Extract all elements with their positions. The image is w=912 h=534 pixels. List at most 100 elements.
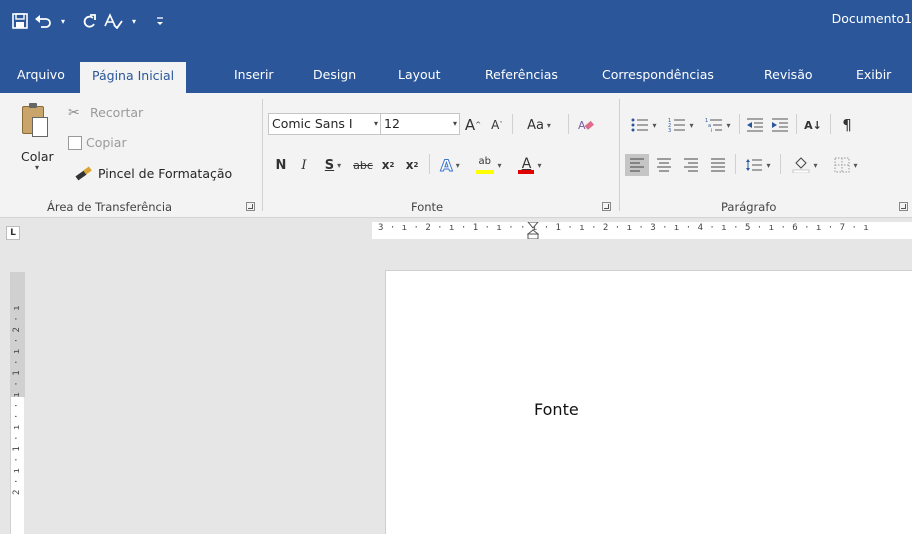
show-formatting-button[interactable]: ¶ bbox=[836, 114, 858, 136]
grow-font-button[interactable]: A ^ bbox=[462, 114, 484, 136]
paste-icon[interactable] bbox=[22, 103, 48, 137]
divider bbox=[735, 154, 736, 174]
subscript-mark: 2 bbox=[389, 161, 395, 169]
tab-referencias[interactable]: Referências bbox=[485, 60, 558, 93]
justify-button[interactable] bbox=[706, 154, 730, 176]
line-spacing-icon bbox=[746, 159, 763, 171]
clear-formatting-button[interactable]: A bbox=[574, 114, 598, 136]
subscript-button[interactable]: x2 bbox=[378, 154, 398, 176]
numbering-icon: 123 bbox=[668, 118, 686, 132]
vertical-ruler[interactable]: 2 · ı · 1 · ı · · ı · 1 · ı · 2 · ı bbox=[10, 272, 25, 534]
chevron-down-icon: ▾ bbox=[853, 160, 858, 170]
clipboard-group-label: Área de Transferência bbox=[47, 200, 173, 214]
font-name-select[interactable]: Comic Sans I ▾ bbox=[268, 113, 381, 135]
highlighter-icon: ab bbox=[476, 156, 495, 174]
cut-label: Recortar bbox=[90, 105, 144, 120]
italic-button[interactable]: I bbox=[295, 154, 313, 176]
undo-dropdown-icon[interactable]: ▾ bbox=[55, 10, 71, 32]
font-color-button[interactable]: A ▾ bbox=[513, 154, 547, 176]
highlight-button[interactable]: ab ▾ bbox=[470, 154, 508, 176]
group-separator bbox=[262, 99, 263, 211]
numbering-button[interactable]: 123 ▾ bbox=[664, 114, 698, 136]
format-painter-button[interactable]: Pincel de Formatação bbox=[74, 166, 232, 181]
paintbrush-icon bbox=[74, 167, 94, 181]
divider bbox=[568, 114, 569, 134]
shrink-font-button[interactable]: Aˇ bbox=[487, 114, 507, 136]
scissors-icon: ✂ bbox=[68, 104, 80, 121]
ribbon: Colar ▾ ✂ Recortar Copiar Pincel de Form… bbox=[0, 93, 912, 218]
save-icon[interactable] bbox=[12, 10, 28, 32]
tab-design[interactable]: Design bbox=[313, 60, 356, 93]
align-right-button[interactable] bbox=[679, 154, 703, 176]
chevron-down-icon: ▾ bbox=[497, 160, 502, 170]
divider bbox=[739, 114, 740, 134]
customize-qat-icon[interactable] bbox=[152, 10, 168, 32]
spelling-dropdown-icon[interactable]: ▾ bbox=[126, 10, 142, 32]
copy-icon bbox=[68, 135, 82, 150]
divider bbox=[796, 114, 797, 134]
tab-pagina-inicial[interactable]: Página Inicial bbox=[80, 62, 187, 94]
copy-button[interactable]: Copiar bbox=[68, 135, 127, 150]
multilevel-list-button[interactable]: 1ai ▾ bbox=[701, 114, 735, 136]
tab-correspondencias[interactable]: Correspondências bbox=[602, 60, 714, 93]
align-center-button[interactable] bbox=[652, 154, 676, 176]
document-body-text[interactable]: Fonte bbox=[534, 400, 579, 419]
font-group-label: Fonte bbox=[411, 200, 444, 214]
paint-bucket-icon bbox=[793, 157, 810, 173]
bullets-button[interactable]: ▾ bbox=[627, 114, 661, 136]
highlight-label: ab bbox=[478, 156, 491, 167]
horizontal-ruler[interactable]: 3 · ı · 2 · ı · 1 · ı · · ı · 1 · ı · 2 … bbox=[372, 222, 912, 239]
horizontal-ruler-row: L 3 · ı · 2 · ı · 1 · ı · · ı · 1 · ı · … bbox=[0, 218, 912, 242]
change-case-button[interactable]: Aa ▾ bbox=[519, 114, 559, 136]
paragraph-launcher-icon[interactable] bbox=[899, 202, 908, 211]
svg-text:3: 3 bbox=[668, 128, 671, 132]
tab-revisao[interactable]: Revisão bbox=[764, 60, 813, 93]
underline-icon: S bbox=[324, 157, 335, 173]
divider bbox=[830, 114, 831, 134]
underline-button[interactable]: S ▾ bbox=[318, 154, 348, 176]
tab-exibir[interactable]: Exibir bbox=[856, 60, 891, 93]
undo-icon[interactable] bbox=[34, 10, 52, 32]
indent-marker-icon[interactable] bbox=[527, 222, 539, 239]
font-launcher-icon[interactable] bbox=[602, 202, 611, 211]
line-spacing-button[interactable]: ▾ bbox=[740, 154, 776, 176]
paragraph-group-label: Parágrafo bbox=[721, 200, 777, 214]
divider bbox=[512, 114, 513, 134]
superscript-mark: 2 bbox=[413, 161, 419, 169]
clipboard-launcher-icon[interactable] bbox=[246, 202, 255, 211]
shading-button[interactable]: ▾ bbox=[786, 154, 824, 176]
increase-indent-button[interactable] bbox=[769, 114, 791, 136]
tab-layout[interactable]: Layout bbox=[398, 60, 441, 93]
font-size-select[interactable]: 12 ▾ bbox=[380, 113, 460, 135]
paste-button[interactable]: Colar bbox=[21, 149, 54, 164]
tab-inserir[interactable]: Inserir bbox=[234, 60, 274, 93]
ribbon-tabs: Arquivo Página Inicial Inserir Design La… bbox=[0, 60, 912, 94]
text-effects-button[interactable]: A ▾ bbox=[435, 154, 465, 176]
align-left-button[interactable] bbox=[625, 154, 649, 176]
chevron-down-icon: ▾ bbox=[652, 120, 657, 130]
sort-button[interactable]: A↓ bbox=[802, 114, 824, 136]
bold-button[interactable]: N bbox=[272, 154, 290, 176]
decrease-indent-icon bbox=[747, 118, 763, 132]
paste-dropdown-icon[interactable]: ▾ bbox=[35, 163, 39, 172]
align-right-icon bbox=[684, 158, 698, 172]
align-center-icon bbox=[657, 158, 671, 172]
superscript-button[interactable]: x2 bbox=[402, 154, 422, 176]
title-bar: ▾ ▾ Documento1 bbox=[0, 0, 912, 60]
borders-button[interactable]: ▾ bbox=[828, 154, 864, 176]
tab-selector[interactable]: L bbox=[6, 226, 20, 240]
chevron-down-icon: ▾ bbox=[537, 160, 542, 170]
svg-text:A: A bbox=[578, 119, 586, 132]
cut-button[interactable]: ✂ Recortar bbox=[68, 105, 143, 120]
decrease-indent-button[interactable] bbox=[744, 114, 766, 136]
svg-text:i: i bbox=[711, 128, 712, 132]
spelling-icon[interactable] bbox=[103, 10, 123, 32]
multilevel-list-icon: 1ai bbox=[705, 118, 723, 132]
redo-icon[interactable] bbox=[81, 10, 97, 32]
strikethrough-button[interactable]: abc bbox=[351, 154, 375, 176]
align-left-icon bbox=[630, 158, 644, 172]
highlight-color-bar bbox=[476, 170, 495, 174]
document-title: Documento1 bbox=[831, 11, 912, 26]
document-page[interactable]: Fonte bbox=[385, 270, 912, 534]
tab-arquivo[interactable]: Arquivo bbox=[17, 60, 65, 93]
